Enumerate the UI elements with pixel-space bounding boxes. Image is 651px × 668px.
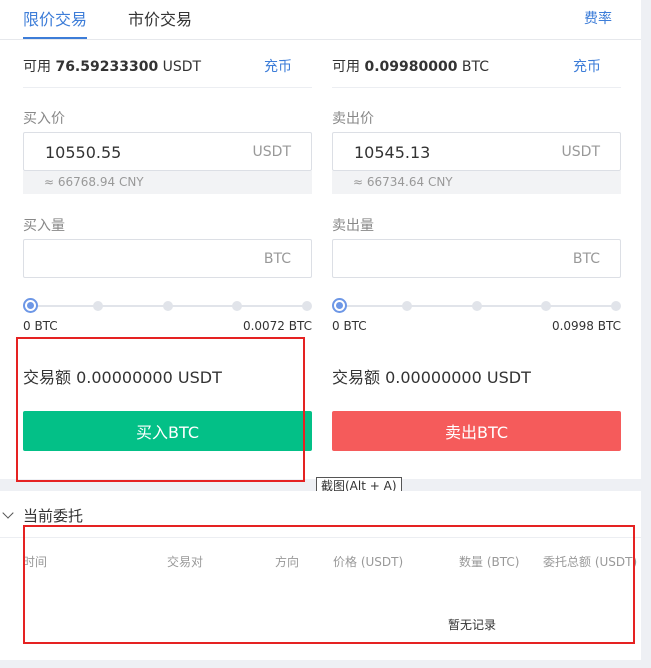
orders-title: 当前委托: [23, 507, 84, 525]
buy-deposit-link[interactable]: 充币: [264, 56, 292, 76]
highlight-box-orders: [23, 525, 635, 644]
buy-price-input[interactable]: 10550.55 USDT: [23, 132, 312, 171]
buy-price-label: 买入价: [23, 111, 65, 127]
sell-amount-input[interactable]: BTC: [332, 239, 621, 278]
buy-cny-hint: ≈ 66768.94 CNY: [23, 171, 312, 194]
sell-btc-button[interactable]: 卖出BTC: [332, 411, 621, 451]
slider-step-dot[interactable]: [302, 301, 312, 311]
highlight-box-buy: [16, 337, 305, 482]
buy-range-min: 0 BTC: [23, 319, 58, 333]
slider-handle[interactable]: [332, 298, 347, 313]
sell-total: 交易额 0.00000000 USDT: [332, 368, 531, 387]
bottom-strip: [0, 660, 651, 668]
sell-deposit-link[interactable]: 充币: [573, 56, 601, 76]
slider-step-dot[interactable]: [611, 301, 621, 311]
sell-amount-slider[interactable]: [332, 298, 621, 313]
buy-amount-unit: BTC: [263, 251, 291, 267]
sell-price-value: 10545.13: [354, 143, 431, 162]
slider-step-dot[interactable]: [541, 301, 551, 311]
buy-available-amount: 76.59233300: [55, 59, 159, 75]
trade-tabs: 限价交易 市价交易 费率: [0, 0, 641, 40]
slider-step-dot[interactable]: [93, 301, 103, 311]
tab-limit-trade[interactable]: 限价交易: [23, 6, 88, 39]
buy-amount-slider[interactable]: [23, 298, 312, 313]
buy-price-value: 10550.55: [45, 143, 122, 162]
slider-step-dot[interactable]: [163, 301, 173, 311]
tab-market-trade[interactable]: 市价交易: [128, 6, 192, 30]
buy-range-max: 0.0072 BTC: [242, 319, 312, 333]
sell-price-label: 卖出价: [332, 111, 374, 127]
slider-step-dot[interactable]: [472, 301, 482, 311]
buy-amount-input[interactable]: BTC: [23, 239, 312, 278]
sell-price-input[interactable]: 10545.13 USDT: [332, 132, 621, 171]
slider-handle[interactable]: [23, 298, 38, 313]
sell-range-max: 0.0998 BTC: [551, 319, 621, 333]
sell-available-amount: 0.09980000: [364, 59, 458, 75]
buy-available: 可用 76.59233300 USDT: [23, 59, 202, 75]
slider-step-dot[interactable]: [402, 301, 412, 311]
sell-divider: [332, 87, 621, 88]
buy-amount-label: 买入量: [23, 218, 65, 234]
fee-rate-link[interactable]: 费率: [584, 8, 612, 28]
sell-available: 可用 0.09980000 BTC: [332, 59, 490, 75]
sell-amount-unit: BTC: [572, 251, 600, 267]
sell-cny-hint: ≈ 66734.64 CNY: [332, 171, 621, 194]
slider-step-dot[interactable]: [232, 301, 242, 311]
buy-divider: [23, 87, 312, 88]
chevron-down-icon[interactable]: [2, 507, 14, 519]
buy-price-unit: USDT: [252, 144, 291, 160]
sell-amount-label: 卖出量: [332, 218, 374, 234]
sell-price-unit: USDT: [561, 144, 600, 160]
sell-range-min: 0 BTC: [332, 319, 367, 333]
